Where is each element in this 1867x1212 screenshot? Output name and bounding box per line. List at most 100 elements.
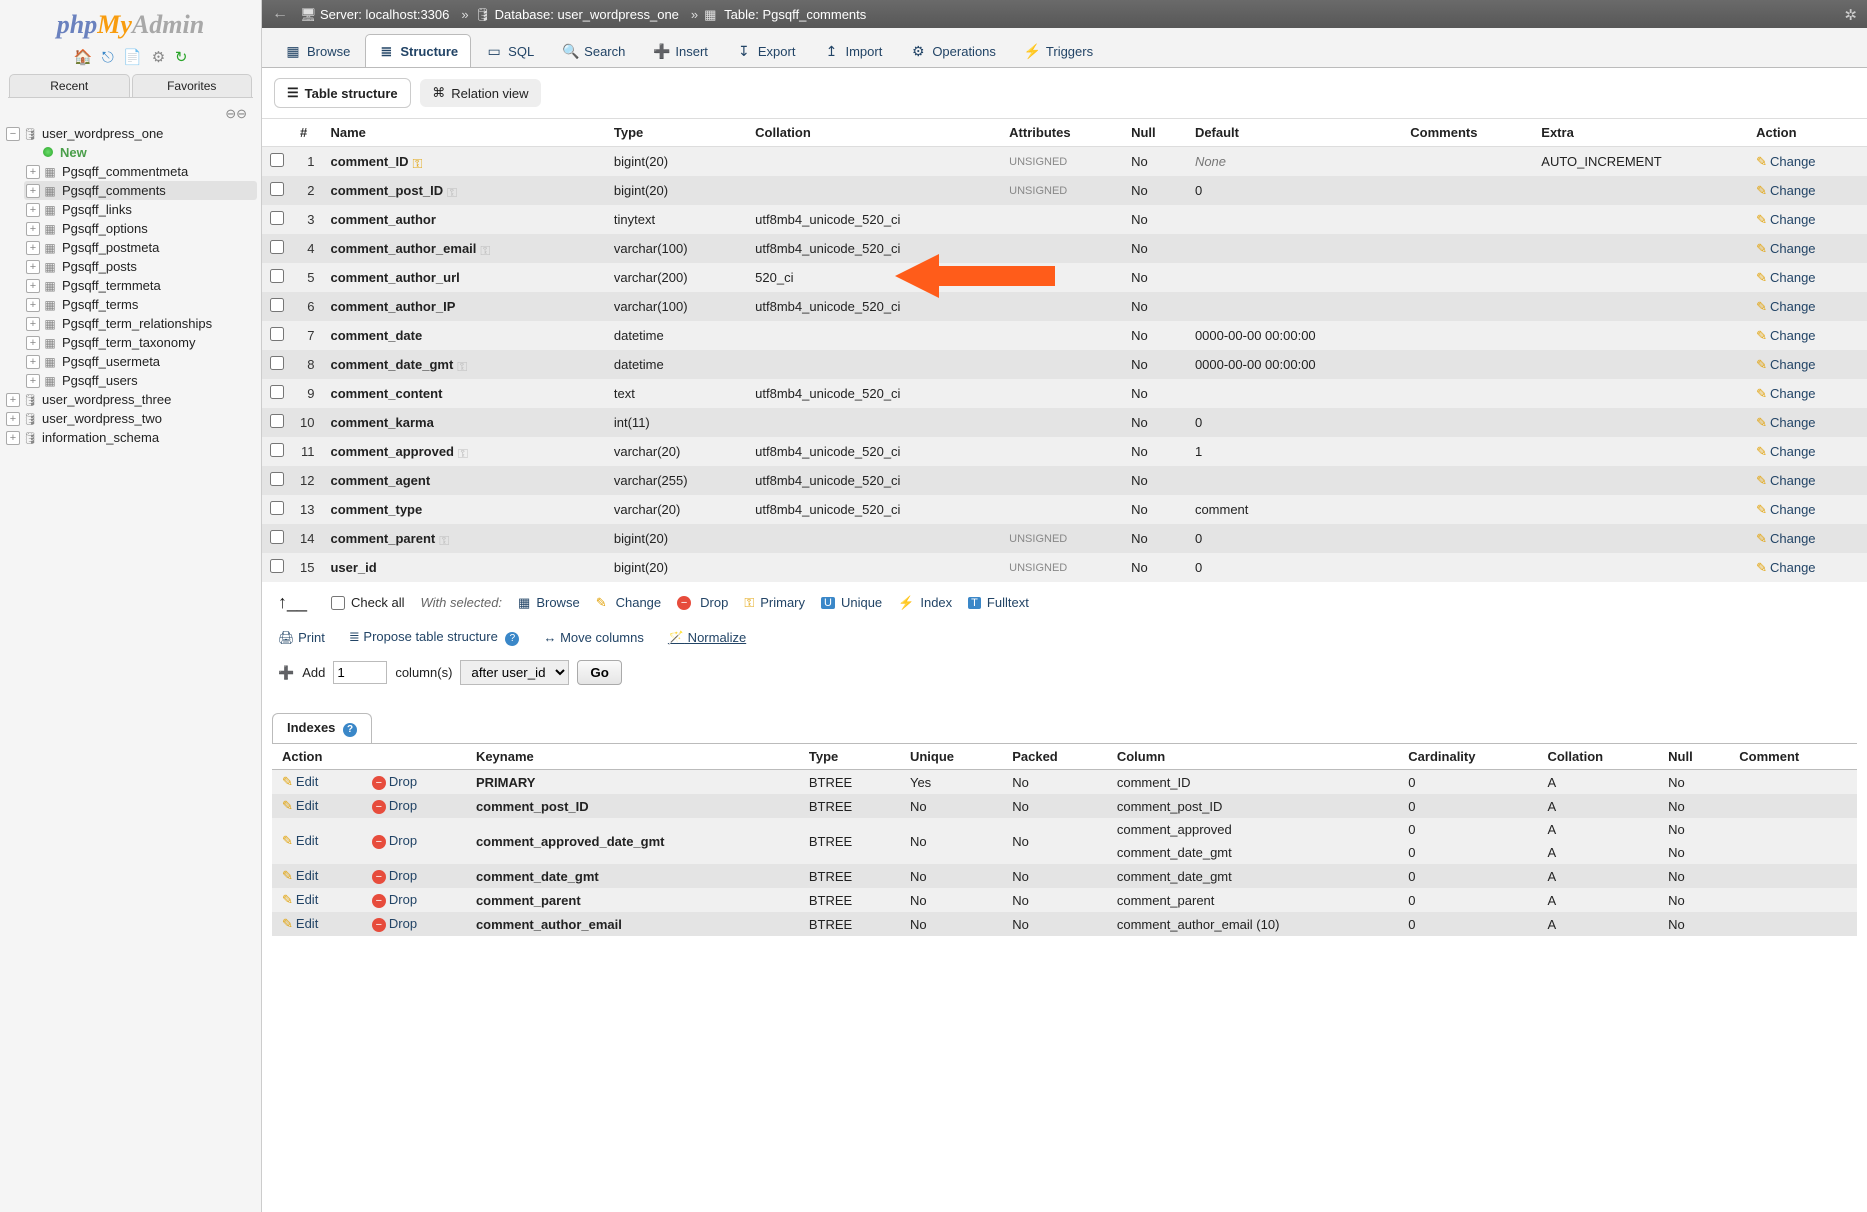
row-checkbox[interactable] (270, 472, 284, 486)
index-edit[interactable]: ✎Edit (282, 916, 318, 931)
change-link[interactable]: ✎Change (1756, 241, 1815, 256)
change-link[interactable]: ✎Change (1756, 531, 1815, 546)
change-link[interactable]: ✎Change (1756, 328, 1815, 343)
tree-table[interactable]: +▦Pgsqff_postmeta (24, 238, 257, 257)
reload-icon[interactable]: ↻ (175, 49, 188, 66)
propose-link[interactable]: ≣ Propose table structure ? (349, 629, 520, 646)
logout-icon[interactable]: ⎋ (102, 49, 114, 66)
row-checkbox[interactable] (270, 559, 284, 573)
tab-triggers[interactable]: ⚡Triggers (1011, 34, 1106, 67)
index-drop[interactable]: −Drop (372, 833, 417, 848)
row-checkbox[interactable] (270, 240, 284, 254)
check-all-label[interactable]: Check all (351, 595, 404, 610)
row-checkbox[interactable] (270, 327, 284, 341)
row-checkbox[interactable] (270, 211, 284, 225)
bulk-drop[interactable]: −Drop (677, 595, 728, 610)
logo[interactable]: phpMyAdmin (4, 6, 257, 46)
docs-icon[interactable]: 📄 (123, 49, 142, 66)
expand-icon[interactable]: + (26, 203, 40, 217)
change-link[interactable]: ✎Change (1756, 183, 1815, 198)
expand-icon[interactable]: + (26, 260, 40, 274)
print-link[interactable]: 🖨 Print (278, 630, 325, 646)
index-edit[interactable]: ✎Edit (282, 868, 318, 883)
tree-new[interactable]: New (24, 143, 257, 162)
change-link[interactable]: ✎Change (1756, 270, 1815, 285)
change-link[interactable]: ✎Change (1756, 299, 1815, 314)
bc-server[interactable]: 🖥 Server: localhost:3306 (300, 7, 449, 22)
check-all-checkbox[interactable] (331, 596, 345, 610)
change-link[interactable]: ✎Change (1756, 212, 1815, 227)
tree-table[interactable]: +▦Pgsqff_term_relationships (24, 314, 257, 333)
nav-back-icon[interactable]: ← (272, 5, 288, 23)
row-checkbox[interactable] (270, 414, 284, 428)
row-checkbox[interactable] (270, 443, 284, 457)
change-link[interactable]: ✎Change (1756, 560, 1815, 575)
tree-table[interactable]: +▦Pgsqff_links (24, 200, 257, 219)
change-link[interactable]: ✎Change (1756, 357, 1815, 372)
tab-table-structure[interactable]: ☰ Table structure (274, 78, 411, 108)
row-checkbox[interactable] (270, 356, 284, 370)
tree-table[interactable]: +▦Pgsqff_commentmeta (24, 162, 257, 181)
tab-import[interactable]: ↥Import (810, 34, 895, 67)
tab-sql[interactable]: ▭SQL (473, 34, 547, 67)
row-checkbox[interactable] (270, 385, 284, 399)
bulk-unique[interactable]: U Unique (821, 595, 882, 610)
tab-structure[interactable]: ≣Structure (365, 34, 471, 67)
bc-database[interactable]: 🛢 Database: user_wordpress_one (475, 7, 679, 22)
expand-icon[interactable]: + (6, 393, 20, 407)
row-checkbox[interactable] (270, 298, 284, 312)
row-checkbox[interactable] (270, 269, 284, 283)
expand-icon[interactable]: + (6, 431, 20, 445)
normalize-link[interactable]: 🪄 Normalize (668, 630, 746, 646)
link-icon[interactable]: ⊖⊖ (225, 106, 247, 121)
tab-search[interactable]: 🔍Search (549, 34, 638, 67)
add-position-select[interactable]: after user_id (460, 660, 569, 685)
change-link[interactable]: ✎Change (1756, 502, 1815, 517)
tree-db[interactable]: +🛢user_wordpress_three (4, 390, 257, 409)
tree-db[interactable]: +🛢user_wordpress_two (4, 409, 257, 428)
expand-icon[interactable]: + (26, 241, 40, 255)
expand-icon[interactable]: + (26, 298, 40, 312)
change-link[interactable]: ✎Change (1756, 386, 1815, 401)
index-drop[interactable]: −Drop (372, 916, 417, 931)
tab-relation-view[interactable]: ⌘ Relation view (420, 79, 540, 107)
go-button[interactable]: Go (577, 660, 622, 685)
row-checkbox[interactable] (270, 501, 284, 515)
tree-table[interactable]: +▦Pgsqff_term_taxonomy (24, 333, 257, 352)
bulk-primary[interactable]: ⚿ Primary (744, 595, 805, 611)
expand-icon[interactable]: + (26, 317, 40, 331)
expand-icon[interactable]: + (26, 222, 40, 236)
expand-icon[interactable]: + (26, 355, 40, 369)
tab-operations[interactable]: ⚙Operations (897, 34, 1009, 67)
indexes-header[interactable]: Indexes ? (272, 713, 372, 743)
bulk-fulltext[interactable]: T Fulltext (968, 595, 1029, 610)
expand-icon[interactable]: + (26, 165, 40, 179)
expand-icon[interactable]: + (26, 184, 40, 198)
move-columns-link[interactable]: ↔ Move columns (543, 630, 643, 645)
bulk-change[interactable]: ✎Change (596, 595, 661, 611)
bulk-index[interactable]: ⚡ Index (898, 595, 952, 611)
index-drop[interactable]: −Drop (372, 774, 417, 789)
tree-table[interactable]: +▦Pgsqff_termmeta (24, 276, 257, 295)
index-drop[interactable]: −Drop (372, 798, 417, 813)
tab-insert[interactable]: ➕Insert (640, 34, 721, 67)
index-edit[interactable]: ✎Edit (282, 774, 318, 789)
bulk-browse[interactable]: ▦ Browse (518, 595, 580, 611)
tree-table[interactable]: +▦Pgsqff_usermeta (24, 352, 257, 371)
row-checkbox[interactable] (270, 182, 284, 196)
row-checkbox[interactable] (270, 530, 284, 544)
index-drop[interactable]: −Drop (372, 868, 417, 883)
page-settings-icon[interactable]: ✲ (1844, 6, 1857, 24)
recent-tab[interactable]: Recent (9, 74, 130, 97)
index-edit[interactable]: ✎Edit (282, 833, 318, 848)
collapse-icon[interactable]: − (6, 127, 20, 141)
home-icon[interactable]: 🏠 (74, 49, 93, 66)
help-icon[interactable]: ? (343, 723, 357, 737)
help-icon[interactable]: ? (505, 632, 519, 646)
tree-table[interactable]: +▦Pgsqff_posts (24, 257, 257, 276)
add-count-input[interactable] (333, 661, 387, 684)
change-link[interactable]: ✎Change (1756, 473, 1815, 488)
tree-table[interactable]: +▦Pgsqff_comments (24, 181, 257, 200)
index-edit[interactable]: ✎Edit (282, 892, 318, 907)
favorites-tab[interactable]: Favorites (132, 74, 253, 97)
